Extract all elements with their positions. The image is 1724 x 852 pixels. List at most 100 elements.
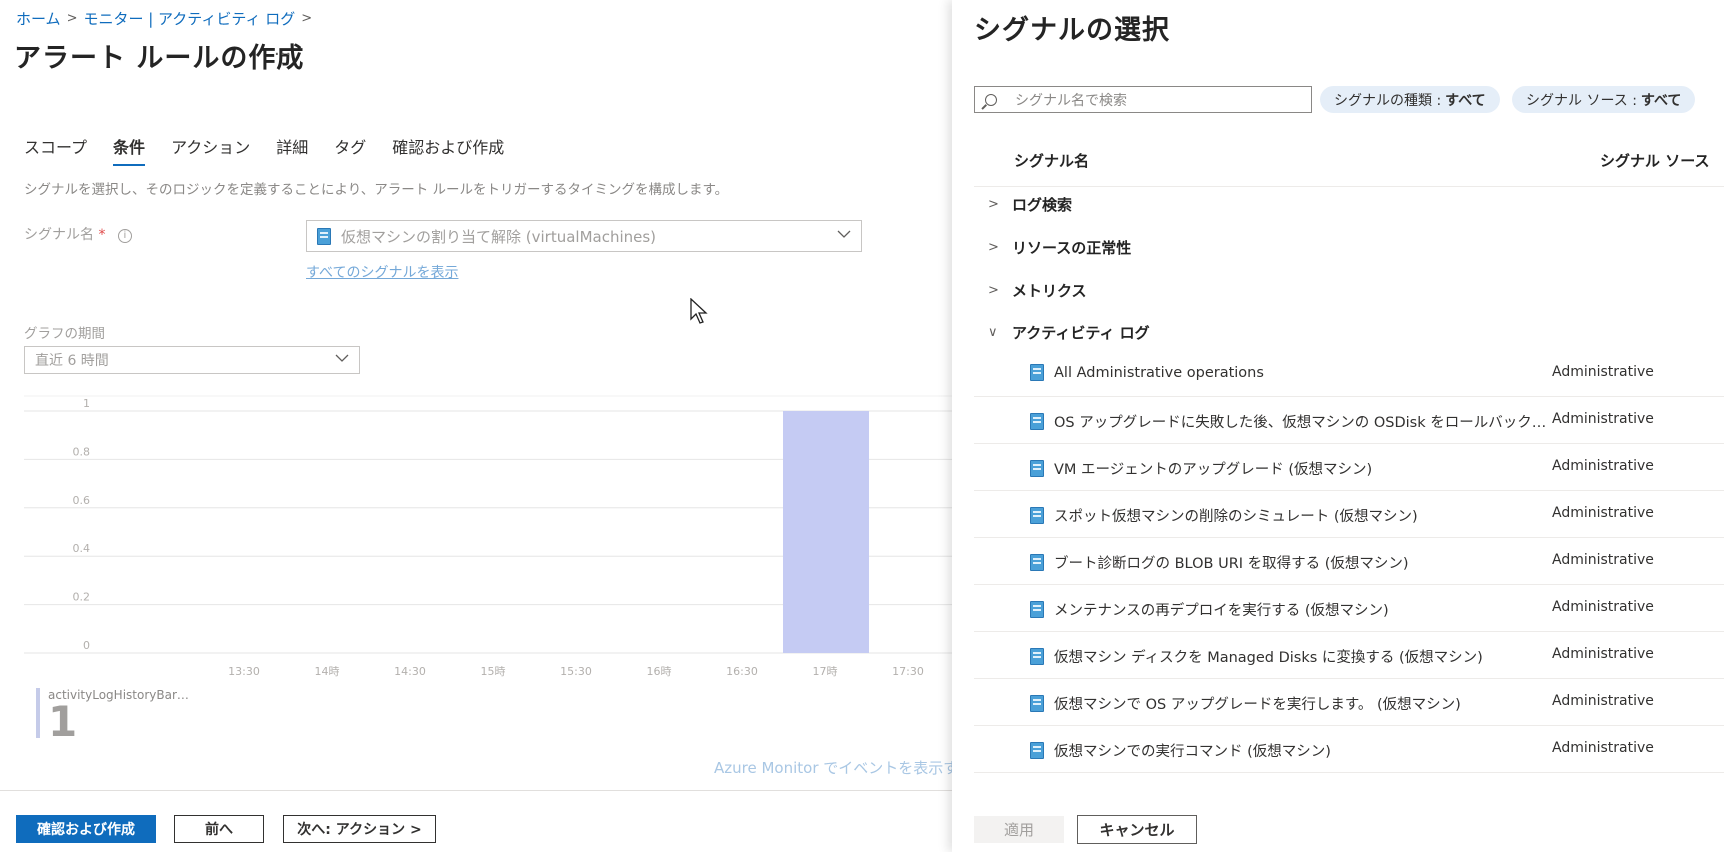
signal-row-source: Administrative bbox=[1552, 364, 1654, 380]
column-header-signal-name[interactable]: シグナル名 bbox=[1014, 150, 1089, 171]
signal-row-name: ブート診断ログの BLOB URI を取得する (仮想マシン) bbox=[1054, 556, 1409, 572]
chart-x-tick-label: 17時 bbox=[813, 665, 838, 678]
signal-row-source: Administrative bbox=[1552, 693, 1654, 709]
signal-row[interactable]: ブート診断ログの BLOB URI を取得する (仮想マシン) Administ… bbox=[974, 538, 1724, 585]
tab-tags[interactable]: タグ bbox=[334, 134, 366, 166]
signal-row-source: Administrative bbox=[1552, 505, 1654, 521]
signal-row-source: Administrative bbox=[1552, 740, 1654, 756]
chevron-right-icon: > bbox=[988, 239, 999, 255]
breadcrumb-separator: > bbox=[66, 11, 78, 26]
tab-condition[interactable]: 条件 bbox=[113, 134, 146, 166]
signal-row-name: 仮想マシンでの実行コマンド (仮想マシン) bbox=[1054, 744, 1331, 760]
activity-log-icon bbox=[1030, 554, 1044, 571]
group-resource-health[interactable]: > リソースの正常性 bbox=[988, 235, 1131, 259]
select-signal-panel: シグナルの選択 シグナル名で検索 シグナルの種類 : すべて シグナル ソース :… bbox=[952, 0, 1724, 852]
required-mark: * bbox=[98, 227, 106, 243]
breadcrumb-home[interactable]: ホーム bbox=[16, 8, 61, 29]
signal-row-name: 仮想マシンで OS アップグレードを実行します。 (仮想マシン) bbox=[1054, 697, 1461, 713]
chevron-down-icon bbox=[335, 351, 349, 369]
chevron-right-icon: > bbox=[988, 282, 999, 298]
chart-x-tick-label: 15時 bbox=[481, 665, 506, 678]
signal-source-filter-label: シグナル ソース : bbox=[1526, 92, 1637, 109]
chevron-down-icon: ∨ bbox=[988, 324, 998, 340]
previous-button[interactable]: 前へ bbox=[174, 815, 264, 843]
activity-log-icon bbox=[1030, 601, 1044, 618]
activity-log-icon bbox=[1030, 742, 1044, 759]
signal-type-filter-value: すべて bbox=[1445, 92, 1486, 109]
chart-y-tick-label: 0.2 bbox=[73, 591, 91, 604]
show-all-signals-link[interactable]: すべてのシグナルを表示 bbox=[306, 262, 458, 282]
chart-x-tick-label: 14時 bbox=[315, 665, 340, 678]
more-options-icon[interactable]: ··· bbox=[274, 44, 291, 65]
signal-row[interactable]: 仮想マシンでの実行コマンド (仮想マシン) Administrative bbox=[974, 726, 1724, 773]
signal-row[interactable]: All Administrative operations Administra… bbox=[974, 350, 1724, 397]
chart-y-tick-label: 0.6 bbox=[73, 494, 91, 507]
next-actions-button[interactable]: 次へ: アクション > bbox=[283, 815, 436, 843]
chart-x-tick-label: 17:30 bbox=[892, 665, 924, 678]
chevron-right-icon: > bbox=[988, 196, 999, 212]
signal-row[interactable]: スポット仮想マシンの削除のシミュレート (仮想マシン) Administrati… bbox=[974, 491, 1724, 538]
footer-divider bbox=[0, 790, 952, 791]
chevron-down-icon bbox=[837, 227, 851, 245]
tab-actions[interactable]: アクション bbox=[171, 134, 250, 166]
group-label: リソースの正常性 bbox=[1012, 238, 1132, 257]
page-title: アラート ルールの作成 bbox=[14, 43, 305, 74]
group-metrics[interactable]: > メトリクス bbox=[988, 278, 1087, 302]
chart-x-tick-label: 16時 bbox=[647, 665, 672, 678]
search-placeholder: シグナル名で検索 bbox=[1015, 92, 1127, 109]
activity-log-icon bbox=[317, 227, 331, 245]
apply-button[interactable]: 適用 bbox=[974, 816, 1064, 843]
signal-row-name: スポット仮想マシンの削除のシミュレート (仮想マシン) bbox=[1054, 509, 1418, 525]
signal-source-filter-value: すべて bbox=[1640, 92, 1682, 109]
activity-log-icon bbox=[1030, 648, 1044, 665]
breadcrumb-monitor[interactable]: モニター | アクティビティ ログ bbox=[83, 8, 295, 29]
signal-name-value: 仮想マシンの割り当て解除 (virtualMachines) bbox=[341, 227, 657, 246]
signal-name-label-text: シグナル名 bbox=[24, 227, 94, 243]
signal-name-label: シグナル名 * i bbox=[24, 224, 132, 244]
signal-row-source: Administrative bbox=[1552, 599, 1654, 615]
signal-row-name: All Administrative operations bbox=[1054, 364, 1264, 381]
group-log-search[interactable]: > ログ検索 bbox=[988, 192, 1072, 216]
signal-row-name: 仮想マシン ディスクを Managed Disks に変換する (仮想マシン) bbox=[1054, 650, 1483, 666]
create-alert-rule-blade: ホーム > モニター | アクティビティ ログ > アラート ルールの作成 ··… bbox=[0, 0, 952, 852]
chart-y-tick-label: 1 bbox=[83, 397, 90, 410]
chart-x-tick-label: 15:30 bbox=[560, 665, 592, 678]
cancel-button[interactable]: キャンセル bbox=[1077, 815, 1197, 844]
chart-summary: activityLogHistoryBar… 1 bbox=[36, 688, 189, 743]
tab-scope[interactable]: スコープ bbox=[24, 134, 87, 166]
column-header-signal-source[interactable]: シグナル ソース bbox=[1600, 150, 1709, 171]
info-icon[interactable]: i bbox=[117, 229, 132, 243]
group-label: ログ検索 bbox=[1012, 195, 1073, 214]
chart-x-tick-label: 13:30 bbox=[228, 665, 260, 678]
signal-type-filter[interactable]: シグナルの種類 : すべて bbox=[1320, 86, 1500, 113]
header-divider bbox=[974, 186, 1724, 187]
signal-search-input[interactable]: シグナル名で検索 bbox=[974, 86, 1312, 113]
signal-row[interactable]: 仮想マシンで OS アップグレードを実行します。 (仮想マシン) Adminis… bbox=[974, 679, 1724, 726]
breadcrumb: ホーム > モニター | アクティビティ ログ > bbox=[16, 8, 312, 29]
group-activity-log[interactable]: ∨ アクティビティ ログ bbox=[988, 320, 1150, 344]
signal-row[interactable]: VM エージェントのアップグレード (仮想マシン) Administrative bbox=[974, 444, 1724, 491]
activity-log-icon bbox=[1030, 364, 1044, 381]
summary-count: 1 bbox=[48, 697, 78, 746]
signal-row-source: Administrative bbox=[1552, 411, 1654, 427]
tab-review-create[interactable]: 確認および作成 bbox=[392, 134, 504, 166]
activity-chart: 1 0.8 0.6 0.4 0.2 0 13:30 14時 14:30 15時 15:30 16時 16… bbox=[24, 395, 952, 685]
chart-bar bbox=[783, 411, 869, 653]
signal-row-source: Administrative bbox=[1552, 646, 1654, 662]
signal-row[interactable]: 仮想マシン ディスクを Managed Disks に変換する (仮想マシン) … bbox=[974, 632, 1724, 679]
chart-period-dropdown[interactable]: 直近 6 時間 bbox=[24, 346, 360, 374]
signal-row[interactable]: メンテナンスの再デプロイを実行する (仮想マシン) Administrative bbox=[974, 585, 1724, 632]
chart-x-tick-label: 14:30 bbox=[394, 665, 426, 678]
signal-name-dropdown[interactable]: 仮想マシンの割り当て解除 (virtualMachines) bbox=[306, 220, 862, 252]
chart-y-tick-label: 0 bbox=[83, 639, 90, 652]
tab-details[interactable]: 詳細 bbox=[276, 134, 308, 166]
chart-period-label: グラフの期間 bbox=[24, 326, 105, 342]
chart-period-value: 直近 6 時間 bbox=[35, 353, 109, 369]
signal-source-filter[interactable]: シグナル ソース : すべて bbox=[1512, 86, 1696, 113]
signal-row[interactable]: OS アップグレードに失敗した後、仮想マシンの OSDisk をロールバックしま… bbox=[974, 397, 1724, 444]
breadcrumb-separator: > bbox=[301, 11, 313, 26]
review-create-button[interactable]: 確認および作成 bbox=[16, 815, 156, 843]
activity-log-icon bbox=[1030, 460, 1044, 477]
activity-log-icon bbox=[1030, 507, 1044, 524]
view-in-azure-monitor-link[interactable]: Azure Monitor でイベントを表示する - bbox=[714, 757, 952, 778]
